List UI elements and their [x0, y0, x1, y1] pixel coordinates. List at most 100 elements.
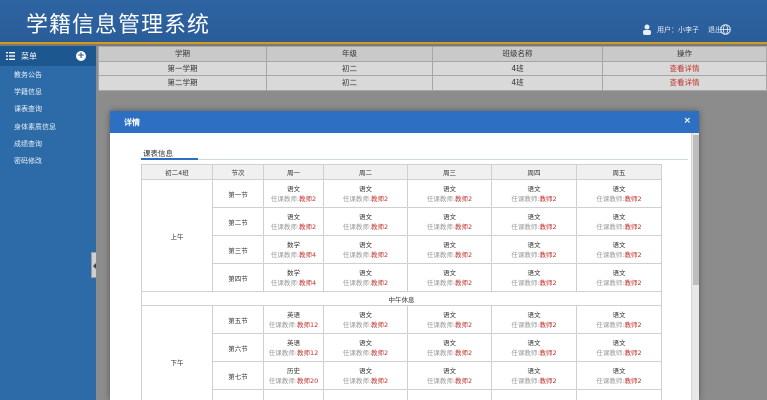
- period-cell: 第二节: [212, 207, 264, 236]
- sidebar-item-password[interactable]: 密码修改: [0, 152, 96, 169]
- teacher-label: 任课教师:: [426, 278, 456, 287]
- teacher-line: 任课教师:教师2: [577, 222, 661, 232]
- teacher-label: 任课教师:: [511, 320, 540, 329]
- teacher-name: 教师2: [624, 376, 642, 385]
- period-cell: 第七节: [212, 361, 264, 390]
- teacher-line: 任课教师:教师2: [408, 222, 491, 232]
- sidebar-item-student-info[interactable]: 学籍信息: [0, 83, 96, 100]
- teacher-line: 任课教师:教师2: [324, 376, 407, 386]
- teacher-label: 任课教师:: [342, 278, 372, 287]
- view-details-link[interactable]: 查看详情: [602, 60, 767, 76]
- teacher-name: 教师2: [371, 250, 389, 259]
- teacher-label: 任课教师:: [511, 194, 540, 203]
- subject-label: 语文: [443, 240, 456, 249]
- col-thu: 周四: [491, 164, 577, 180]
- col-class: 班级名称: [432, 46, 603, 62]
- subject-label: 语文: [612, 268, 626, 277]
- teacher-line: 任课教师:教师2: [492, 348, 576, 358]
- course-cell: 语文 任课教师:教师2: [407, 333, 492, 362]
- noon-break-label: 中午休息: [141, 291, 662, 306]
- user-label: 用户：: [657, 25, 678, 34]
- close-icon[interactable]: ×: [683, 116, 691, 126]
- subject-label: 英语: [287, 338, 300, 347]
- course-cell: 英语 任课教师:教师12: [263, 305, 324, 334]
- course-cell: 语文 任课教师:教师2: [323, 305, 408, 334]
- menu-list-icon: [6, 52, 15, 60]
- course-cell: 语文: [323, 389, 408, 400]
- sidebar: 菜单 + 教务公告 学籍信息 课表查询 身体素质信息 成绩查询 密码修改: [0, 46, 96, 400]
- teacher-name: 教师2: [539, 222, 557, 231]
- course-cell: 语文 任课教师:教师2: [491, 361, 577, 390]
- course-cell: 语文 任课教师:教师2: [323, 207, 408, 236]
- view-details-link[interactable]: 查看详情: [602, 75, 767, 91]
- subject-label: 语文: [443, 338, 456, 347]
- course-cell: 语文 任课教师:教师2: [407, 361, 492, 390]
- teacher-name: 教师2: [299, 222, 317, 231]
- teacher-label: 任课教师:: [426, 348, 456, 357]
- teacher-name: 教师2: [299, 194, 317, 203]
- noon-break-row: 中午休息: [141, 291, 662, 306]
- subject-label: 数学: [287, 240, 300, 249]
- schedule-table: 初二4班 节次 周一 周二 周三 周四 周五 上午 第一节 语文 任课教师:教师2 语文…: [141, 164, 662, 400]
- period-cell: 第四节: [212, 263, 264, 292]
- teacher-line: 任课教师:教师2: [324, 348, 407, 358]
- teacher-line: 任课教师:教师2: [492, 320, 576, 330]
- teacher-name: 教师2: [624, 194, 642, 203]
- scrollbar-thumb[interactable]: [693, 135, 699, 285]
- sidebar-item-grades[interactable]: 成绩查询: [0, 135, 96, 152]
- teacher-line: 任课教师:教师2: [264, 194, 323, 204]
- course-cell: 数学 任课教师:教师4: [263, 235, 324, 264]
- modal-scrollbar[interactable]: [691, 133, 699, 400]
- teacher-name: 教师2: [371, 278, 389, 287]
- sidebar-item-schedule[interactable]: 课表查询: [0, 101, 96, 118]
- teacher-line: 任课教师:教师2: [408, 348, 491, 358]
- teacher-label: 任课教师:: [596, 194, 625, 203]
- teacher-label: 任课教师:: [511, 348, 540, 357]
- teacher-name: 教师2: [539, 250, 557, 259]
- sidebar-item-announcements[interactable]: 教务公告: [0, 66, 96, 83]
- globe-icon[interactable]: [720, 24, 731, 35]
- plus-circle-icon[interactable]: +: [76, 51, 86, 61]
- sidebar-item-fitness[interactable]: 身体素质信息: [0, 118, 96, 135]
- teacher-line: 任课教师:教师2: [577, 278, 661, 288]
- teacher-name: 教师2: [455, 222, 473, 231]
- course-cell: 语文 任课教师:教师2: [576, 305, 662, 334]
- schedule-row: 第六节 英语 任课教师:教师12 语文 任课教师:教师2 语文 任课教师:教师2 语文 任课教师…: [142, 333, 662, 362]
- teacher-label: 任课教师:: [511, 250, 540, 259]
- teacher-name: 教师2: [539, 348, 557, 357]
- teacher-label: 任课教师:: [511, 376, 540, 385]
- course-cell: 语文 任课教师:教师2: [491, 179, 577, 208]
- period-cell: 第三节: [212, 235, 264, 264]
- teacher-name: 教师4: [299, 250, 317, 259]
- teacher-name: 教师2: [539, 278, 557, 287]
- teacher-line: 任课教师:教师2: [577, 250, 661, 260]
- teacher-name: 教师2: [624, 250, 642, 259]
- teacher-line: 任课教师:教师2: [577, 320, 661, 330]
- schedule-body: 上午 第一节 语文 任课教师:教师2 语文 任课教师:教师2 语文 任课教师:教师2 语文 任课教…: [141, 179, 662, 400]
- course-cell: 历史: [263, 389, 324, 400]
- teacher-line: 任课教师:教师4: [264, 278, 323, 288]
- teacher-label: 任课教师:: [596, 320, 625, 329]
- teacher-label: 任课教师:: [342, 320, 372, 329]
- teacher-label: 任课教师:: [268, 348, 297, 357]
- teacher-label: 任课教师:: [270, 278, 300, 287]
- subject-label: 语文: [443, 268, 456, 277]
- course-cell: 语文: [576, 389, 662, 400]
- course-cell: 语文 任课教师:教师2: [323, 235, 408, 264]
- subject-label: 语文: [612, 184, 626, 193]
- teacher-line: 任课教师:教师2: [408, 376, 491, 386]
- user-icon: [642, 24, 652, 35]
- teacher-line: 任课教师:教师2: [577, 376, 661, 386]
- teacher-line: 任课教师:教师2: [577, 348, 661, 358]
- teacher-name: 教师2: [371, 194, 389, 203]
- teacher-label: 任课教师:: [342, 222, 372, 231]
- subject-label: 语文: [287, 184, 300, 193]
- teacher-line: 任课教师:教师2: [492, 194, 576, 204]
- course-cell: 语文 任课教师:教师2: [491, 263, 577, 292]
- schedule-row: 第三节 数学 任课教师:教师4 语文 任课教师:教师2 语文 任课教师:教师2 语文 任课教师:…: [142, 235, 662, 264]
- teacher-name: 教师2: [539, 320, 557, 329]
- teacher-name: 教师2: [371, 376, 389, 385]
- teacher-line: 任课教师:教师2: [324, 250, 407, 260]
- term-table: 学期 年级 班级名称 操作 第一学期 初二 4班 查看详情 第二学期 初二 4班…: [98, 46, 767, 91]
- col-class-name: 初二4班: [141, 164, 213, 180]
